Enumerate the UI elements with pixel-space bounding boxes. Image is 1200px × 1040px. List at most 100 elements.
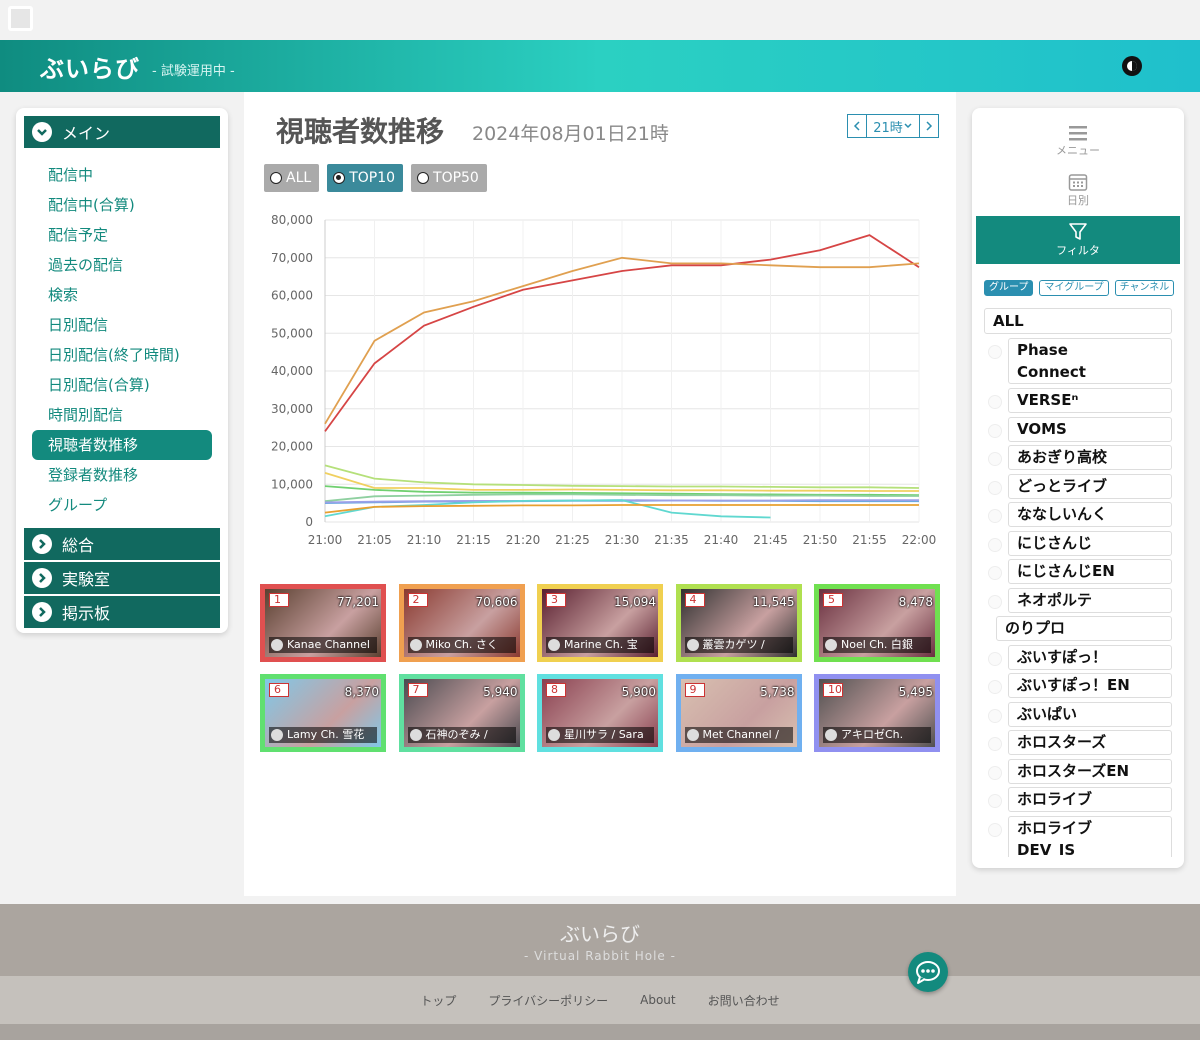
group-item[interactable]: ホロスターズEN [984, 758, 1174, 787]
group-label: ぶいすぽっ！EN [1008, 673, 1172, 698]
group-checkbox[interactable] [988, 509, 1002, 523]
group-item[interactable]: VERSEⁿ [984, 387, 1174, 416]
group-checkbox[interactable] [988, 395, 1002, 409]
group-item[interactable]: ホロライブ [984, 786, 1174, 815]
avatar [825, 639, 837, 651]
group-checkbox[interactable] [988, 566, 1002, 580]
group-checkbox[interactable] [988, 651, 1002, 666]
filter-chip[interactable]: チャンネル [1114, 280, 1175, 296]
site-logo[interactable]: ぶいらび [40, 49, 140, 84]
group-checkbox[interactable] [988, 480, 1002, 495]
group-checkbox[interactable] [988, 765, 1002, 780]
tab-menu-label: メニュー [1056, 144, 1100, 157]
viewer-count: 8,478 [898, 595, 933, 609]
avatar [409, 729, 422, 741]
group-all[interactable]: ALL [984, 308, 1172, 334]
nav-item[interactable]: 日別配信 [24, 310, 220, 340]
chevron-right-icon [32, 534, 52, 554]
group-checkbox[interactable] [988, 794, 1002, 808]
group-item[interactable]: のりプロ [984, 615, 1174, 644]
group-item[interactable]: にじさんじEN [984, 558, 1174, 587]
group-item[interactable]: ぶいすぽっ！EN [984, 672, 1174, 701]
group-item[interactable]: ホロライブ DEV_IS [984, 815, 1174, 857]
tab-daily[interactable]: 日別 [976, 166, 1180, 214]
filter-button-label: ALL [286, 170, 312, 186]
nav-item[interactable]: 過去の配信 [24, 250, 220, 280]
ranking-card[interactable]: 6 8,370 Lamy Ch. 雪花 [260, 674, 386, 752]
group-label: のりプロ [996, 616, 1172, 641]
ranking-card[interactable]: 3 15,094 Marine Ch. 宝 [537, 584, 663, 662]
group-item[interactable]: ぶいぱい [984, 701, 1174, 730]
group-checkbox[interactable] [988, 537, 1002, 552]
nav-item[interactable]: 配信中(合算) [24, 190, 220, 220]
viewer-count: 5,940 [483, 685, 518, 699]
group-item[interactable]: ネオポルテ [984, 587, 1174, 616]
group-item[interactable]: VOMS [984, 416, 1174, 445]
nav-item[interactable]: 日別配信(合算) [24, 370, 220, 400]
next-hour-button[interactable] [919, 114, 939, 138]
ranking-card[interactable]: 9 5,738 Met Channel / [675, 674, 802, 752]
group-checkbox[interactable] [988, 708, 1002, 723]
footer-link[interactable]: お問い合わせ [708, 992, 780, 1009]
ranking-card[interactable]: 8 5,900 星川サラ / Sara [537, 674, 663, 752]
footer-link[interactable]: トップ [420, 992, 456, 1009]
group-checkbox[interactable] [988, 594, 1002, 609]
group-item[interactable]: あおぎり高校 [984, 444, 1174, 473]
chat-button[interactable] [908, 952, 948, 992]
ranking-card[interactable]: 2 70,606 Miko Ch. さく [398, 584, 525, 662]
nav-item[interactable]: 視聴者数推移 [32, 430, 212, 460]
filter-chip[interactable]: マイグループ [1039, 280, 1109, 296]
channel-name-label: Miko Ch. さく [425, 638, 498, 651]
section-header[interactable]: 総合 [24, 528, 220, 560]
section-header[interactable]: 実験室 [24, 562, 220, 594]
section-main[interactable]: メイン [24, 116, 220, 148]
group-item[interactable]: ぶいすぽっ！ [984, 644, 1174, 673]
x-tick-label: 21:25 [555, 533, 590, 547]
channel-name-label: 叢雲カゲツ / [702, 638, 765, 651]
ranking-card[interactable]: 4 11,545 叢雲カゲツ / [675, 584, 802, 662]
footer-title: ぶいらび [560, 922, 640, 946]
group-item[interactable]: Phase Connect [984, 337, 1174, 387]
group-checkbox[interactable] [988, 423, 1002, 438]
hour-select[interactable]: 21時 [867, 114, 919, 138]
chevron-right-icon [32, 568, 52, 588]
ranking-card[interactable]: 5 8,478 Noel Ch. 白銀 [814, 584, 940, 662]
group-checkbox[interactable] [988, 737, 1002, 751]
group-list: Phase Connect VERSEⁿ VOMS あおぎり高校どっとライブ ななしいんく… [984, 337, 1174, 857]
nav-item[interactable]: 配信予定 [24, 220, 220, 250]
group-item[interactable]: ななしいんく [984, 501, 1174, 530]
group-checkbox[interactable] [988, 345, 1002, 359]
group-label: VOMS [1008, 416, 1172, 442]
avatar [825, 729, 837, 741]
filter-chip[interactable]: グループ [984, 280, 1034, 296]
section-header[interactable]: 掲示板 [24, 596, 220, 628]
tab-filter[interactable]: フィルタ [976, 216, 1180, 264]
group-checkbox[interactable] [988, 452, 1002, 466]
channel-name: 石神のぞみ / [407, 727, 516, 743]
prev-hour-button[interactable] [847, 114, 867, 138]
footer-link[interactable]: プライバシーポリシー [488, 992, 608, 1009]
nav-item[interactable]: 配信中 [24, 160, 220, 190]
ranking-card[interactable]: 1 77,201 Kanae Channel [260, 584, 386, 662]
nav-item[interactable]: 時間別配信 [24, 400, 220, 430]
group-label: あおぎり高校 [1008, 445, 1172, 470]
theme-toggle-icon[interactable] [1120, 54, 1144, 78]
group-item[interactable]: どっとライブ [984, 473, 1174, 502]
group-item[interactable]: にじさんじ [984, 530, 1174, 559]
group-label: にじさんじ [1008, 530, 1172, 556]
ranking-card[interactable]: 10 5,495 アキロゼCh. [814, 674, 940, 752]
filter-button[interactable]: TOP50 [411, 164, 487, 192]
nav-item[interactable]: 日別配信(終了時間) [24, 340, 220, 370]
ranking-card[interactable]: 7 5,940 石神のぞみ / [398, 674, 525, 752]
group-checkbox[interactable] [988, 822, 1002, 837]
filter-button[interactable]: ALL [264, 164, 320, 192]
nav-item[interactable]: グループ [24, 490, 220, 520]
nav-item[interactable]: 検索 [24, 280, 220, 310]
filter-button[interactable]: TOP10 [327, 164, 404, 192]
group-checkbox[interactable] [988, 680, 1002, 694]
section-header-label: 実験室 [62, 570, 111, 589]
tab-menu[interactable]: メニュー [976, 116, 1180, 164]
group-item[interactable]: ホロスターズ [984, 729, 1174, 758]
footer-link[interactable]: About [640, 993, 675, 1007]
nav-item[interactable]: 登録者数推移 [24, 460, 220, 490]
